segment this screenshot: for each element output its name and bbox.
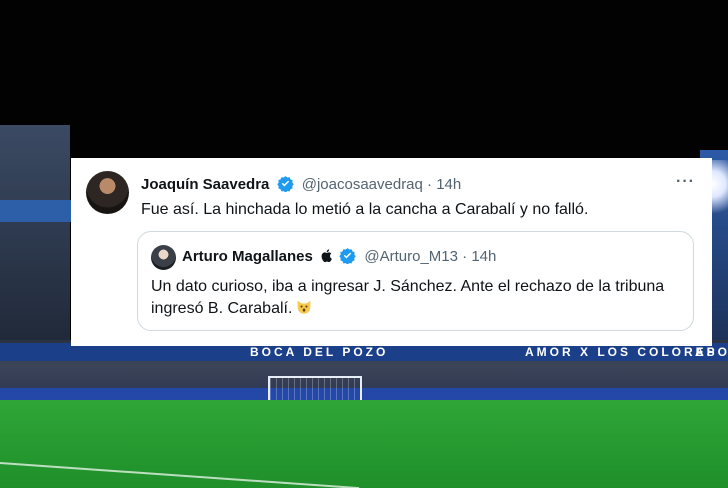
quoted-tweet-header: Arturo Magallanes @Arturo_M13 · 14h (182, 247, 496, 267)
quoted-tweet-text-block: Un dato curioso, iba a ingresar J. Sánch… (151, 276, 681, 320)
quoted-tweet[interactable]: Arturo Magallanes @Arturo_M13 · 14h Un d… (137, 231, 694, 331)
banner-text-left: BOCA DEL POZO (250, 345, 389, 359)
quoted-tweet-time[interactable]: 14h (471, 248, 496, 265)
more-options-icon[interactable]: ··· (676, 173, 698, 190)
pitch (0, 400, 728, 488)
author-name[interactable]: Joaquín Saavedra (141, 176, 269, 193)
tweet-header: Joaquín Saavedra @joacosaavedraq · 14h (141, 175, 461, 195)
quoted-author-handle[interactable]: @Arturo_M13 (364, 248, 458, 265)
separator-dot: · (427, 176, 433, 193)
left-stand (0, 125, 70, 350)
banner-text-far-right: APOO (695, 345, 728, 359)
author-handle[interactable]: @joacosaavedraq (302, 176, 423, 193)
left-stand-roof (0, 200, 72, 222)
verified-badge-icon (276, 176, 294, 192)
tweet-card[interactable]: Joaquín Saavedra @joacosaavedraq · 14h ·… (71, 158, 712, 346)
surprised-cat-emoji-icon (298, 300, 311, 314)
quoted-tweet-text: Un dato curioso, iba a ingresar J. Sánch… (151, 278, 665, 317)
quoted-avatar[interactable] (151, 245, 176, 270)
apple-logo-icon (321, 249, 332, 262)
tweet-text: Fue así. La hinchada lo metió a la canch… (141, 201, 589, 218)
banner-text-right: AMOR X LOS COLORES (525, 345, 718, 359)
tweet-time[interactable]: 14h (436, 176, 461, 193)
quoted-author-name[interactable]: Arturo Magallanes (182, 248, 313, 265)
quoted-separator-dot: · (462, 248, 468, 265)
avatar[interactable] (86, 171, 129, 214)
quoted-verified-badge-icon (339, 248, 356, 264)
